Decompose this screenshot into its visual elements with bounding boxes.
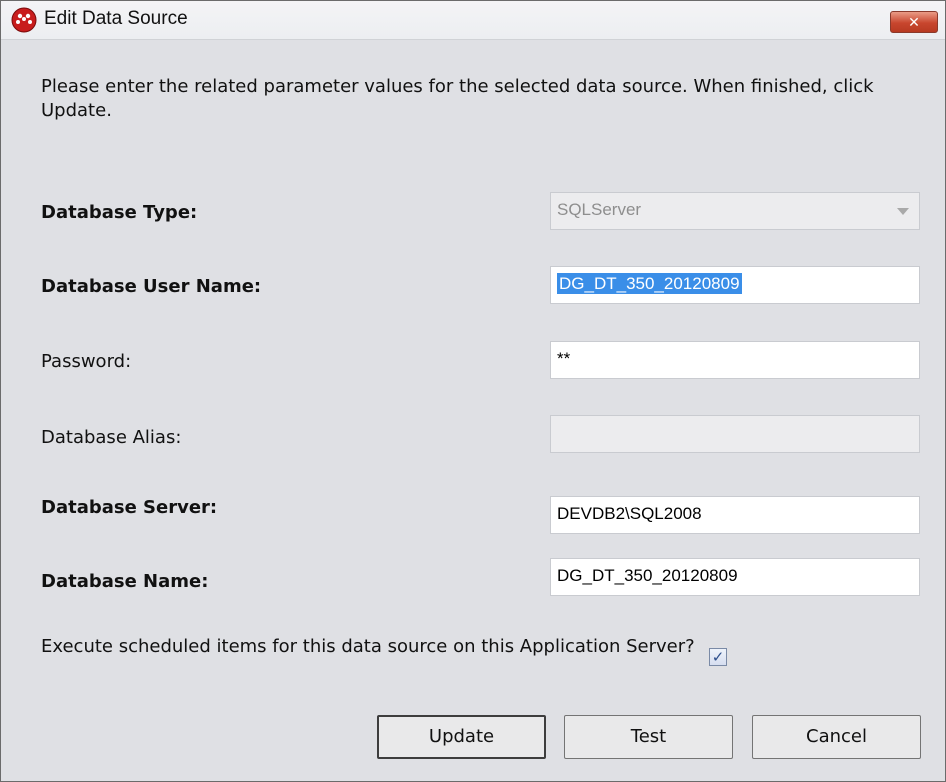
password-input[interactable]: **: [550, 341, 920, 379]
database-user-name-input[interactable]: DG_DT_350_20120809: [550, 266, 920, 304]
database-user-name-value: DG_DT_350_20120809: [557, 273, 742, 294]
chevron-down-icon: [897, 208, 909, 215]
database-alias-label: Database Alias:: [41, 427, 182, 448]
database-name-value: DG_DT_350_20120809: [557, 566, 738, 585]
database-type-value: SQLServer: [557, 200, 642, 219]
edit-data-source-dialog: Edit Data Source ✕ Please enter the rela…: [0, 0, 946, 782]
dialog-body: Please enter the related parameter value…: [1, 40, 945, 781]
close-button[interactable]: ✕: [890, 11, 938, 33]
database-name-label: Database Name:: [41, 571, 209, 592]
title-bar[interactable]: Edit Data Source ✕: [1, 1, 945, 40]
dialog-title: Edit Data Source: [44, 8, 188, 29]
database-name-input[interactable]: DG_DT_350_20120809: [550, 558, 920, 596]
password-value: **: [557, 349, 571, 368]
instructions-text: Please enter the related parameter value…: [41, 76, 874, 121]
update-button[interactable]: Update: [377, 715, 546, 759]
database-type-label: Database Type:: [41, 202, 198, 223]
test-button[interactable]: Test: [564, 715, 733, 759]
database-server-label: Database Server:: [41, 497, 218, 518]
cancel-button[interactable]: Cancel: [752, 715, 921, 759]
execute-scheduled-label: Execute scheduled items for this data so…: [41, 636, 695, 657]
database-type-select: SQLServer: [550, 192, 920, 230]
password-label: Password:: [41, 351, 132, 372]
checkmark-icon: ✓: [711, 648, 725, 666]
database-user-name-label: Database User Name:: [41, 276, 262, 297]
close-icon: ✕: [908, 15, 920, 31]
app-icon: [11, 7, 37, 33]
database-server-value: DEVDB2\SQL2008: [557, 504, 702, 523]
database-alias-input: [550, 415, 920, 453]
database-server-input[interactable]: DEVDB2\SQL2008: [550, 496, 920, 534]
execute-scheduled-checkbox[interactable]: ✓: [709, 648, 727, 666]
